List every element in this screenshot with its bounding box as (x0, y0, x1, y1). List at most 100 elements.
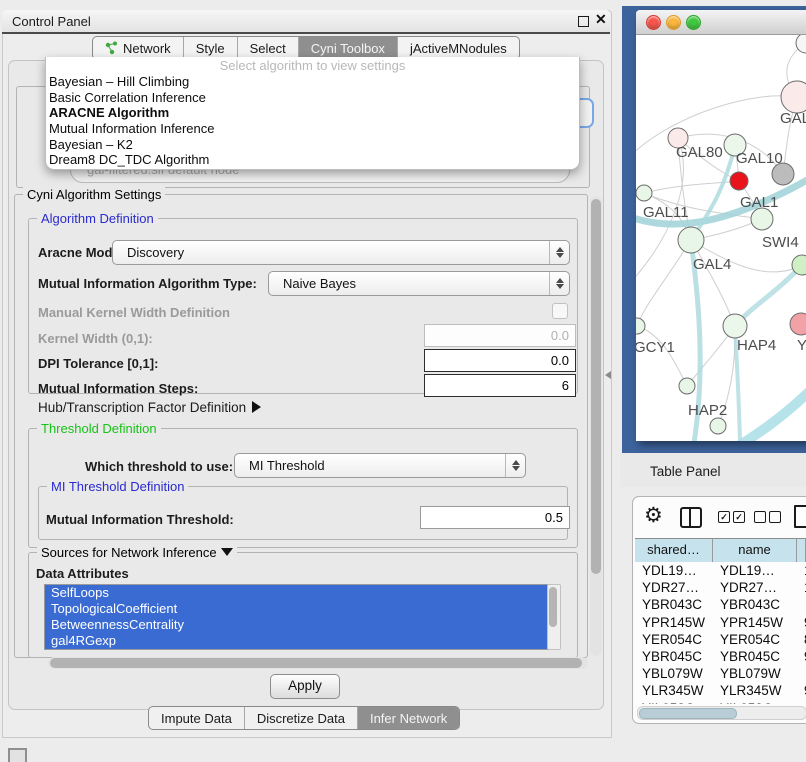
algorithm-option[interactable]: Basic Correlation Inference (46, 90, 579, 106)
mi-type-combo[interactable]: Naive Bayes (268, 271, 570, 296)
column-header[interactable]: shared… (635, 539, 713, 562)
network-node-HAP2[interactable] (679, 378, 695, 394)
close-icon[interactable]: ✕ (595, 11, 607, 28)
table-row[interactable]: YER054CYER054C8. (635, 631, 806, 648)
new-table-icon[interactable] (794, 505, 806, 528)
tab-select[interactable]: Select (238, 37, 299, 59)
deselect-all-icon[interactable] (754, 511, 781, 523)
network-node-node-bottom[interactable] (710, 418, 726, 434)
algorithm-options-list: Bayesian – Hill ClimbingBasic Correlatio… (46, 74, 579, 168)
mi-steps-input[interactable]: 6 (424, 374, 576, 397)
gear-icon[interactable]: ⚙ (644, 503, 663, 527)
tab-infer-network[interactable]: Infer Network (358, 707, 459, 729)
algorithm-option[interactable]: Bayesian – Hill Climbing (46, 74, 579, 90)
column-header[interactable] (797, 539, 806, 562)
tab-style[interactable]: Style (184, 37, 238, 59)
scrollbar-thumb[interactable] (50, 658, 582, 668)
table-cell: YDL19… (635, 562, 713, 579)
aracne-mode-combo[interactable]: Discovery (112, 240, 570, 265)
zoom-traffic-light-icon[interactable] (686, 15, 701, 30)
tab-cyni-toolbox[interactable]: Cyni Toolbox (299, 37, 398, 59)
minimize-traffic-light-icon[interactable] (666, 15, 681, 30)
node-label-GAL1: GAL1 (740, 194, 778, 211)
unchecked-checkbox-icon (754, 511, 766, 523)
close-traffic-light-icon[interactable] (646, 15, 661, 30)
select-all-icon[interactable]: ✓✓ (718, 511, 745, 523)
hub-section-toggle[interactable]: Hub/Transcription Factor Definition (38, 400, 261, 415)
algorithm-placeholder: Select algorithm to view settings (46, 57, 579, 74)
table-row[interactable]: YDR27…YDR27…12 (635, 579, 806, 596)
table-cell: YBR043C (635, 596, 713, 613)
network-window-titlebar[interactable] (636, 10, 806, 35)
tab-discretize-data[interactable]: Discretize Data (245, 707, 358, 729)
table-horizontal-scrollbar[interactable] (637, 706, 806, 720)
data-attributes-label: Data Attributes (36, 566, 129, 581)
attribute-item[interactable]: BetweennessCentrality (45, 617, 547, 633)
table-row[interactable]: YIL052CYIL052C9. (635, 700, 806, 705)
table-cell: 9. (797, 682, 806, 699)
which-threshold-combo[interactable]: MI Threshold (234, 453, 526, 478)
settings-vertical-scrollbar[interactable] (590, 196, 602, 656)
scrollbar-thumb[interactable] (639, 708, 737, 719)
network-node-GCY1[interactable] (636, 318, 645, 334)
mi-steps-label: Mutual Information Steps: (38, 381, 198, 396)
network-node-GAL-top[interactable] (781, 81, 806, 113)
network-edge-thick (734, 383, 806, 441)
table-cell: YLR345W (713, 682, 797, 699)
table-row[interactable]: YBR045CYBR045C9. (635, 648, 806, 665)
unchecked-checkbox-icon (769, 511, 781, 523)
network-node-GAL4[interactable] (678, 227, 704, 253)
node-label-HAP2: HAP2 (688, 402, 727, 419)
table-row[interactable]: YDL19…YDL19…13 (635, 562, 806, 579)
tab-network[interactable]: Network (93, 37, 184, 59)
network-canvas[interactable]: GALGAL80GAL10GAL1GAL11GAL4SWI4GCY1HAP4YH… (636, 35, 806, 441)
table-cell: 9. (797, 648, 806, 665)
dock-panel-icon[interactable] (8, 748, 27, 762)
attribute-item[interactable]: SelfLoops (45, 585, 547, 601)
manual-kernel-checkbox[interactable] (552, 303, 568, 319)
columns-icon[interactable] (680, 507, 702, 528)
table-cell: YBR045C (635, 648, 713, 665)
network-node-HAP4[interactable] (723, 314, 747, 338)
algorithm-option[interactable]: ARACNE Algorithm (46, 105, 579, 121)
table-cell: YBR043C (713, 596, 797, 613)
algorithm-option[interactable]: Mutual Information Inference (46, 121, 579, 137)
network-node-GAL11[interactable] (636, 185, 652, 201)
control-panel-titlebar[interactable] (2, 10, 610, 34)
attribute-item[interactable]: gal4RGexp (45, 633, 547, 649)
network-node-node-top-right[interactable] (796, 35, 806, 53)
settings-horizontal-scrollbar[interactable] (48, 657, 588, 669)
data-attributes-list[interactable]: SelfLoopsTopologicalCoefficientBetweenne… (44, 584, 548, 650)
algorithm-option[interactable]: Dream8 DC_TDC Algorithm (46, 152, 579, 168)
apply-button[interactable]: Apply (270, 674, 340, 699)
mi-threshold-input[interactable]: 0.5 (420, 506, 570, 529)
table-cell: YIL052C (635, 700, 713, 705)
network-node-red-node[interactable] (730, 172, 748, 190)
table-row[interactable]: YBL079WYBL079W (635, 665, 806, 682)
table-row[interactable]: YLR345WYLR345W9. (635, 682, 806, 699)
combo-stepper-icon (549, 241, 569, 264)
column-header[interactable]: name (713, 539, 797, 562)
table-cell: YLR345W (635, 682, 713, 699)
attribute-item[interactable]: TopologicalCoefficient (45, 601, 547, 617)
tab-jactivemnodules[interactable]: jActiveMNodules (398, 37, 519, 59)
dpi-tolerance-input[interactable]: 0.0 (424, 349, 576, 372)
attributes-vertical-scrollbar[interactable] (547, 584, 561, 650)
table-row[interactable]: YPR145WYPR145W9. (635, 614, 806, 631)
algorithm-option[interactable]: Bayesian – K2 (46, 137, 579, 153)
combo-stepper-icon (549, 272, 569, 295)
node-label-GAL80: GAL80 (676, 144, 723, 161)
tab-impute-data[interactable]: Impute Data (149, 707, 245, 729)
network-node-pink-right[interactable] (790, 313, 806, 335)
network-node-GAL1[interactable] (751, 208, 773, 230)
float-window-icon[interactable] (578, 16, 589, 27)
table-cell (797, 596, 806, 613)
kernel-width-input[interactable]: 0.0 (424, 324, 576, 347)
scrollbar-thumb[interactable] (591, 199, 601, 574)
node-label-GCY1: GCY1 (636, 339, 675, 356)
panel-splitter-handle[interactable] (605, 371, 611, 379)
table-row[interactable]: YBR043CYBR043C (635, 596, 806, 613)
scrollbar-thumb[interactable] (549, 587, 557, 627)
sources-legend[interactable]: Sources for Network Inference (37, 545, 237, 560)
table-cell: 13 (797, 562, 806, 579)
